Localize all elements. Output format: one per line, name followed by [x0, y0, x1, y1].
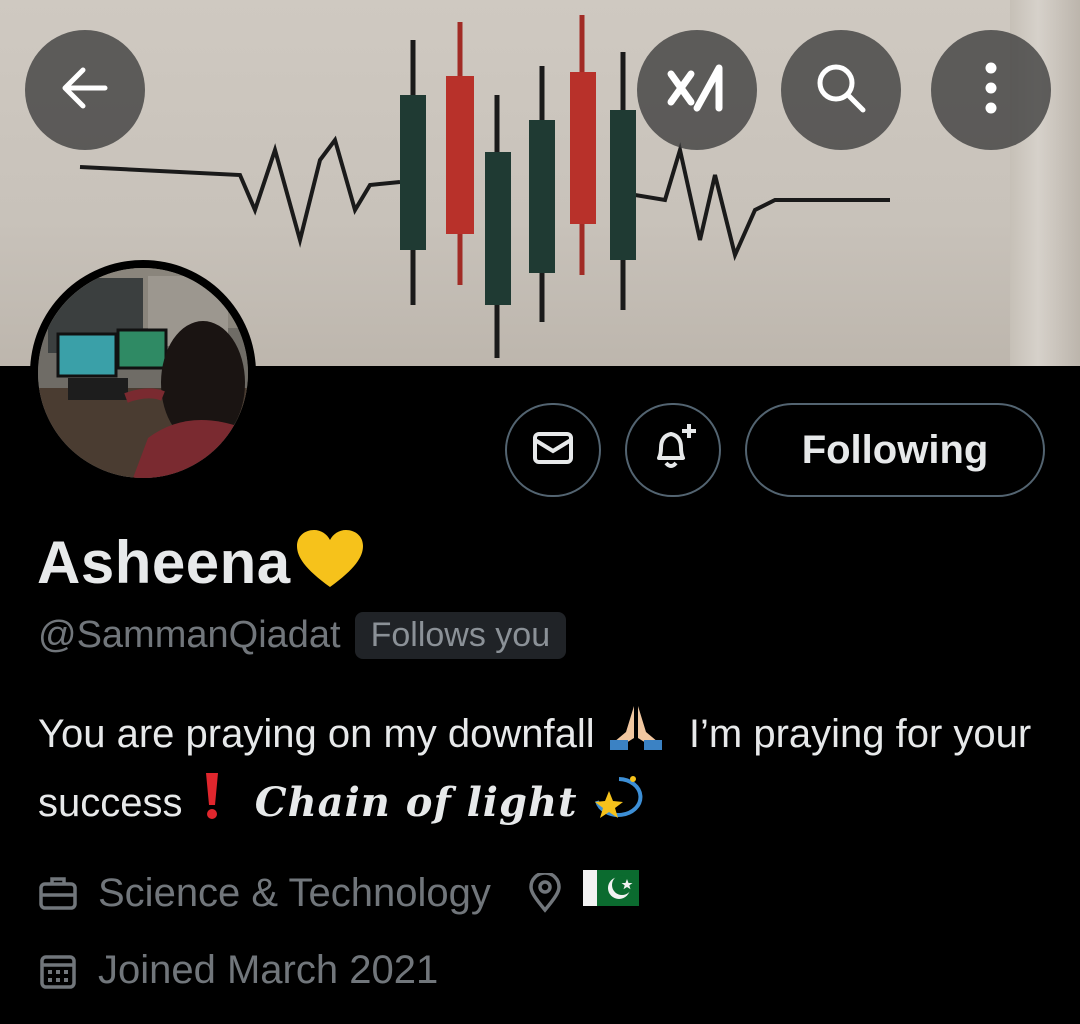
follows-you-badge: Follows you [354, 612, 567, 659]
grok-icon [665, 60, 729, 121]
avatar-photo [38, 268, 248, 478]
grok-button[interactable] [637, 30, 757, 150]
search-button[interactable] [781, 30, 901, 150]
bio-text-1: You are praying on my downfall [38, 712, 595, 757]
briefcase-icon [38, 873, 78, 913]
display-name: Asheena [37, 529, 291, 596]
notify-button[interactable] [625, 403, 721, 497]
category-row: Science & Technology [38, 868, 639, 918]
profile-avatar[interactable] [30, 260, 256, 486]
dizzy-star-emoji [589, 771, 645, 840]
praying-hands-emoji [606, 702, 666, 771]
profile-bio: You are praying on my downfall I’m prayi… [38, 702, 1048, 840]
calendar-icon [38, 951, 78, 991]
message-button[interactable] [505, 403, 601, 497]
following-button[interactable]: Following [745, 403, 1045, 497]
more-options-button[interactable] [931, 30, 1051, 150]
joined-row: Joined March 2021 [38, 948, 438, 993]
envelope-icon [529, 424, 577, 477]
location-pin-icon [525, 873, 565, 913]
user-handle: @SammanQiadat [38, 614, 341, 656]
yellow-heart-emoji [295, 529, 365, 596]
display-name-row: Asheena [37, 528, 365, 597]
joined-text: Joined March 2021 [98, 948, 439, 992]
back-button[interactable] [25, 30, 145, 150]
search-icon [811, 58, 871, 123]
candle [400, 40, 426, 305]
category-text: Science & Technology [98, 870, 491, 915]
bio-text-3: Chain of light [254, 779, 578, 827]
exclamation-emoji [204, 771, 220, 840]
more-vertical-icon [981, 60, 1001, 121]
arrow-left-icon [57, 60, 113, 121]
handle-row: @SammanQiadat Follows you [38, 612, 567, 659]
pakistan-flag-icon [582, 868, 639, 918]
bell-plus-icon [645, 420, 701, 481]
